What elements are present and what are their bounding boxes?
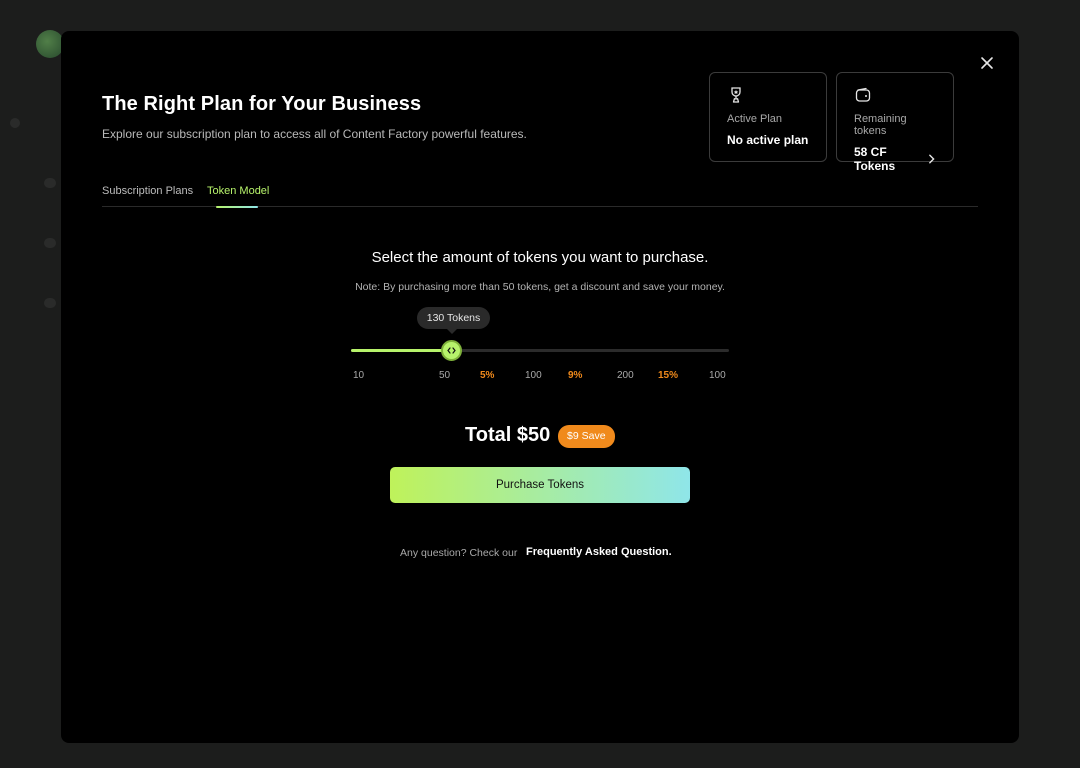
remaining-tokens-value: 58 CF Tokens [854,145,936,173]
faq-prompt: Any question? Check our [400,547,518,559]
token-note: Note: By purchasing more than 50 tokens,… [355,281,725,293]
save-badge: $9 Save [558,425,615,448]
remaining-tokens-label: Remaining tokens [854,113,907,137]
app-logo-icon [36,30,64,58]
backdrop-divider [44,178,56,188]
total-price: Total $50 [465,424,551,446]
pricing-modal: The Right Plan for Your Business Explore… [61,31,1019,743]
backdrop-divider [44,298,56,308]
slider-tick-discount: 5% [480,370,495,381]
modal-subtitle: Explore our subscription plan to access … [102,127,527,141]
token-slider-thumb[interactable] [441,340,462,361]
tab-token-model[interactable]: Token Model [207,185,269,197]
drag-handle-icon [447,347,456,354]
active-plan-label: Active Plan [727,113,783,125]
wallet-icon [855,87,871,102]
slider-tick-label: 200 [617,370,634,381]
modal-title: The Right Plan for Your Business [102,93,422,115]
slider-value-tooltip: 130 Tokens [417,307,490,329]
close-button[interactable] [977,53,997,73]
token-slider-fill [351,349,454,352]
active-plan-value-text: No active plan [727,133,809,147]
active-tab-indicator [216,206,258,208]
close-icon [981,57,993,69]
slider-tick-label: 10 [353,370,365,381]
tab-subscription-plans[interactable]: Subscription Plans [102,185,193,197]
faq-link[interactable]: Frequently Asked Question. [526,546,672,558]
slider-tick-discount: 9% [568,370,583,381]
slider-tick-label: 100 [709,370,726,381]
remaining-tokens-card[interactable]: Remaining tokens 58 CF Tokens [836,72,954,173]
tooltip-arrow [447,329,457,334]
backdrop-divider [44,238,56,248]
backdrop-divider [10,118,20,128]
token-heading: Select the amount of tokens you want to … [371,249,709,266]
plan-tabs: Subscription Plans Token Model [102,181,978,208]
active-plan-card: Active Plan No active plan [709,72,827,162]
chevron-right-icon [928,154,935,164]
remaining-tokens-value-text: 58 CF Tokens [854,145,896,173]
token-slider-track[interactable] [351,349,729,352]
active-plan-value: No active plan [727,133,809,147]
purchase-tokens-button[interactable]: Purchase Tokens [390,467,690,503]
slider-tick-discount: 15% [658,370,679,381]
trophy-icon [731,87,741,103]
slider-tick-label: 100 [525,370,542,381]
slider-tick-label: 50 [439,370,451,381]
